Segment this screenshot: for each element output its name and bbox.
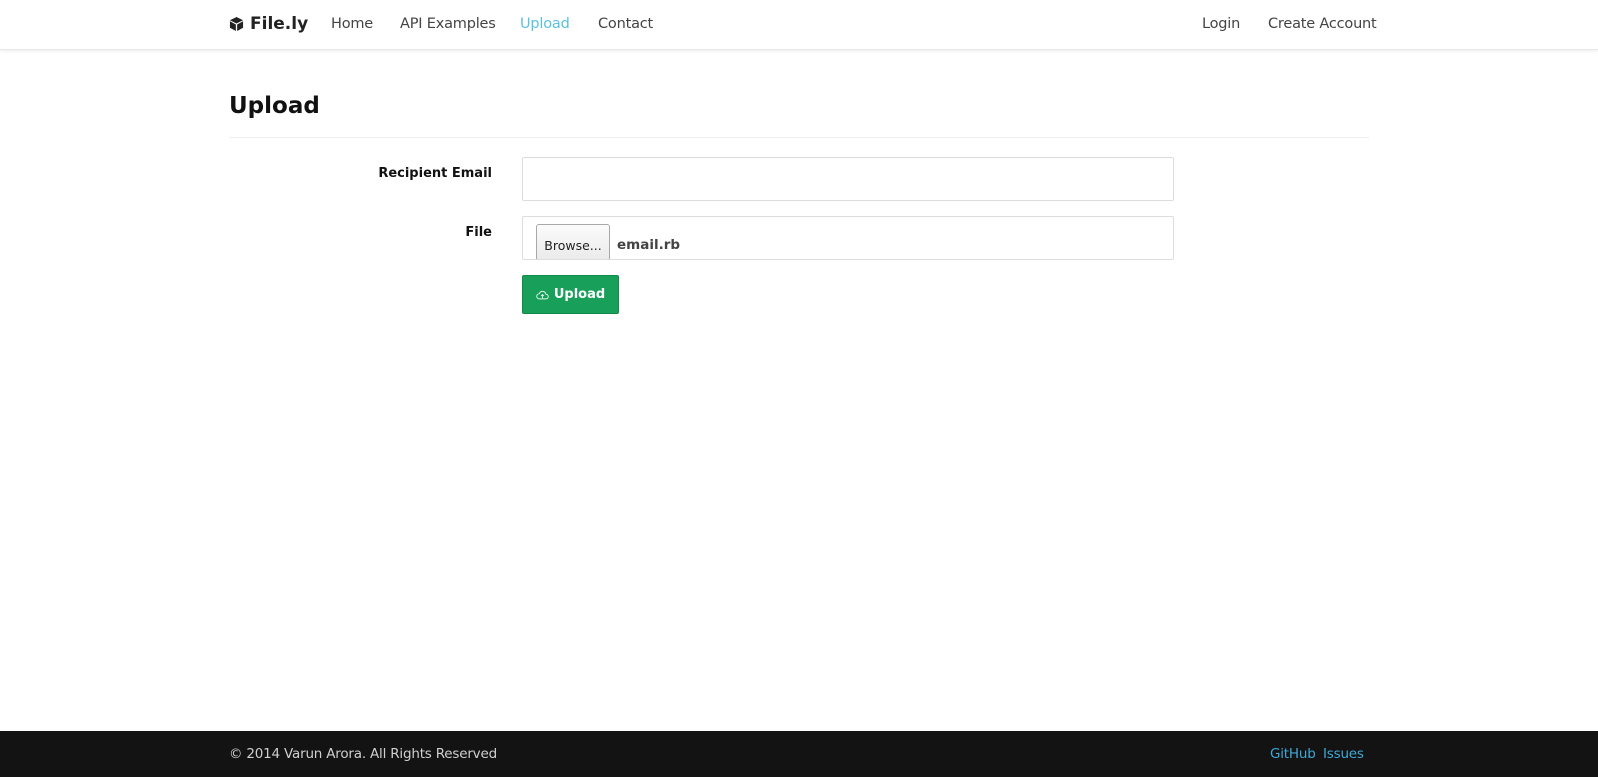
browse-button[interactable]: Browse... xyxy=(536,224,610,259)
top-navbar: File.ly Home API Examples Upload Contact… xyxy=(0,0,1598,50)
nav-home[interactable]: Home xyxy=(331,16,373,32)
nav-create-account[interactable]: Create Account xyxy=(1268,16,1377,32)
nav-contact[interactable]: Contact xyxy=(598,16,653,32)
nav-upload[interactable]: Upload xyxy=(520,16,570,32)
cloud-upload-icon xyxy=(536,290,549,299)
footer-issues-link[interactable]: Issues xyxy=(1323,746,1364,762)
brand-link[interactable]: File.ly xyxy=(229,14,308,34)
nav-login[interactable]: Login xyxy=(1202,16,1240,32)
file-label: File xyxy=(465,225,492,240)
page-title: Upload xyxy=(229,93,320,119)
nav-api-examples[interactable]: API Examples xyxy=(400,16,496,32)
copyright-text: © 2014 Varun Arora. All Rights Reserved xyxy=(229,746,497,762)
recipient-email-input[interactable] xyxy=(522,157,1174,201)
recipient-email-label: Recipient Email xyxy=(378,166,492,181)
selected-file-name: email.rb xyxy=(617,237,681,253)
brand-name: File.ly xyxy=(250,14,309,34)
upload-button[interactable]: Upload xyxy=(522,275,619,314)
upload-button-label: Upload xyxy=(553,287,606,302)
page-footer: © 2014 Varun Arora. All Rights Reserved … xyxy=(0,731,1598,777)
cube-icon xyxy=(229,16,244,32)
title-divider xyxy=(229,137,1369,138)
footer-github-link[interactable]: GitHub xyxy=(1270,746,1316,762)
file-input[interactable]: Browse... email.rb xyxy=(522,216,1174,260)
